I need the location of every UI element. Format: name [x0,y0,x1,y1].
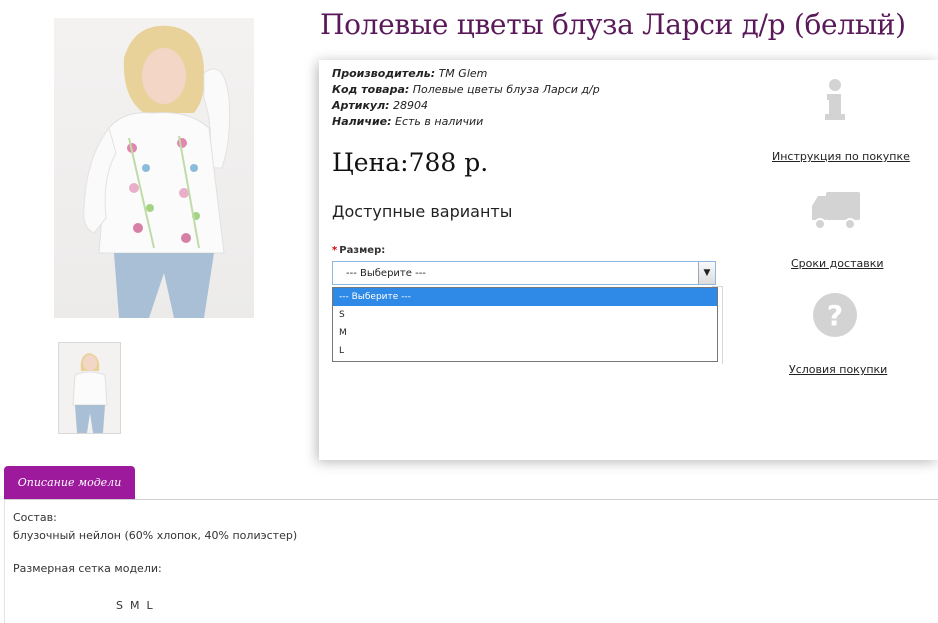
size-option[interactable]: M [333,324,717,342]
composition-label: Состав: [13,511,57,524]
thumbnail-illustration [72,353,108,433]
size-option[interactable]: S [333,306,717,324]
required-mark: * [332,245,338,256]
size-label: * Размер: [332,245,386,256]
product-meta: Производитель: ТМ Glem Код товара: Полев… [332,66,600,130]
meta-availability: Наличие: Есть в наличии [332,115,484,128]
question-icon[interactable]: ? [810,290,860,340]
meta-manufacturer: Производитель: ТМ Glem [332,67,488,80]
variants-heading: Доступные варианты [332,202,513,221]
composition-value: блузочный нейлон (60% хлопок, 40% полиэс… [13,529,298,542]
size-select[interactable]: --- Выберите --- ▼ [332,261,716,285]
size-chart-label: Размерная сетка модели: [13,562,162,575]
size-select-value: --- Выберите --- [346,268,426,279]
chevron-down-icon[interactable]: ▼ [698,262,715,284]
meta-product-code: Код товара: Полевые цветы блуза Ларси д/… [332,83,600,96]
size-options-list[interactable]: --- Выберите --- S M L [332,287,718,362]
delivery-terms-link[interactable]: Сроки доставки [791,257,884,270]
purchase-conditions-link[interactable]: Условия покупки [789,363,887,376]
product-photo-illustration [83,25,231,318]
truck-icon[interactable] [808,184,860,234]
product-title: Полевые цветы блуза Ларси д/р (белый) [320,8,906,41]
product-thumbnail[interactable] [58,342,121,434]
tab-model-description[interactable]: Описание модели [4,466,135,499]
svg-text:?: ? [827,299,843,332]
size-option[interactable]: --- Выберите --- [333,288,717,306]
purchase-instruction-link[interactable]: Инструкция по покупке [772,150,910,163]
size-chart-values: S M L [116,599,153,612]
product-main-image[interactable] [54,18,254,318]
product-price: Цена:788 р. [332,148,489,177]
info-icon[interactable] [810,74,860,124]
meta-article: Артикул: 28904 [332,99,429,112]
size-option[interactable]: L [333,342,717,360]
